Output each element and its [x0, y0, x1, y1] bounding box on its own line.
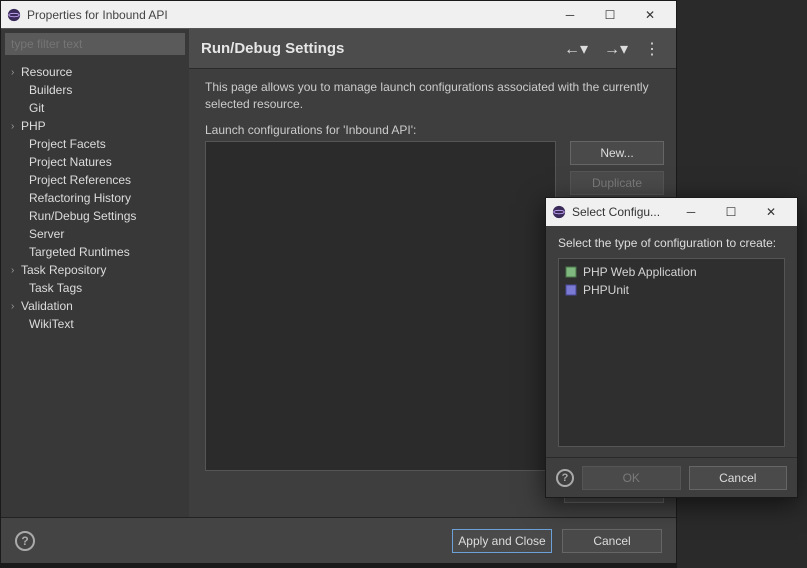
sub-help-icon[interactable]: ? — [556, 469, 574, 487]
tree-item-project-natures[interactable]: Project Natures — [1, 153, 189, 171]
sub-window-title: Select Configu... — [572, 205, 671, 219]
option-php-web-application[interactable]: PHP Web Application — [559, 263, 784, 281]
background-terminal-strip — [0, 564, 677, 568]
sub-minimize-button[interactable]: ─ — [671, 198, 711, 226]
tree-item-wikitext[interactable]: WikiText — [1, 315, 189, 333]
tree-item-resource[interactable]: ›Resource — [1, 63, 189, 81]
forward-arrow-icon[interactable]: →▾ — [600, 37, 632, 61]
tree-item-project-references[interactable]: Project References — [1, 171, 189, 189]
sub-titlebar: Select Configu... ─ ☐ ✕ — [546, 198, 797, 226]
tree-item-refactoring-history[interactable]: Refactoring History — [1, 189, 189, 207]
sub-description: Select the type of configuration to crea… — [558, 236, 785, 250]
panel-title: Run/Debug Settings — [201, 40, 560, 57]
select-configuration-dialog: Select Configu... ─ ☐ ✕ Select the type … — [545, 197, 798, 498]
apply-and-close-button[interactable]: Apply and Close — [452, 529, 552, 553]
chevron-right-icon: › — [11, 67, 21, 78]
chevron-right-icon: › — [11, 121, 21, 132]
tree-item-run-debug-settings[interactable]: Run/Debug Settings — [1, 207, 189, 225]
option-label: PHP Web Application — [583, 265, 697, 279]
category-tree: ›Resource Builders Git ›PHP Project Face… — [1, 59, 189, 337]
eclipse-icon — [552, 205, 566, 219]
back-arrow-icon[interactable]: ←▾ — [560, 37, 592, 61]
tree-item-builders[interactable]: Builders — [1, 81, 189, 99]
sub-cancel-button[interactable]: Cancel — [689, 466, 788, 490]
chevron-right-icon: › — [11, 265, 21, 276]
tree-item-php[interactable]: ›PHP — [1, 117, 189, 135]
eclipse-icon — [7, 8, 21, 22]
sub-maximize-button[interactable]: ☐ — [711, 198, 751, 226]
ok-button: OK — [582, 466, 681, 490]
tree-item-task-tags[interactable]: Task Tags — [1, 279, 189, 297]
close-button[interactable]: ✕ — [630, 1, 670, 29]
tree-item-task-repository[interactable]: ›Task Repository — [1, 261, 189, 279]
launch-config-list[interactable] — [205, 141, 556, 471]
filter-input[interactable] — [5, 33, 185, 55]
option-phpunit[interactable]: PHPUnit — [559, 281, 784, 299]
kebab-menu-icon[interactable]: ⋮ — [640, 37, 664, 61]
tree-item-validation[interactable]: ›Validation — [1, 297, 189, 315]
php-web-icon — [565, 266, 577, 278]
panel-description: This page allows you to manage launch co… — [205, 79, 664, 113]
tree-item-project-facets[interactable]: Project Facets — [1, 135, 189, 153]
titlebar: Properties for Inbound API ─ ☐ ✕ — [1, 1, 676, 29]
sub-footer: ? OK Cancel — [546, 457, 797, 497]
sub-close-button[interactable]: ✕ — [751, 198, 791, 226]
chevron-right-icon: › — [11, 301, 21, 312]
window-title: Properties for Inbound API — [27, 8, 550, 22]
panel-header: Run/Debug Settings ←▾ →▾ ⋮ — [189, 29, 676, 69]
dialog-footer: ? Apply and Close Cancel — [1, 517, 676, 563]
maximize-button[interactable]: ☐ — [590, 1, 630, 29]
help-icon[interactable]: ? — [15, 531, 35, 551]
tree-item-git[interactable]: Git — [1, 99, 189, 117]
option-label: PHPUnit — [583, 283, 629, 297]
cancel-button[interactable]: Cancel — [562, 529, 662, 553]
minimize-button[interactable]: ─ — [550, 1, 590, 29]
tree-item-targeted-runtimes[interactable]: Targeted Runtimes — [1, 243, 189, 261]
sidebar: ›Resource Builders Git ›PHP Project Face… — [1, 29, 189, 517]
sub-body: Select the type of configuration to crea… — [546, 226, 797, 457]
new-button[interactable]: New... — [570, 141, 664, 165]
tree-item-server[interactable]: Server — [1, 225, 189, 243]
duplicate-button: Duplicate — [570, 171, 664, 195]
phpunit-icon — [565, 284, 577, 296]
panel-subhead: Launch configurations for 'Inbound API': — [205, 123, 664, 137]
configuration-type-list: PHP Web Application PHPUnit — [558, 258, 785, 447]
panel-nav: ←▾ →▾ ⋮ — [560, 37, 664, 61]
